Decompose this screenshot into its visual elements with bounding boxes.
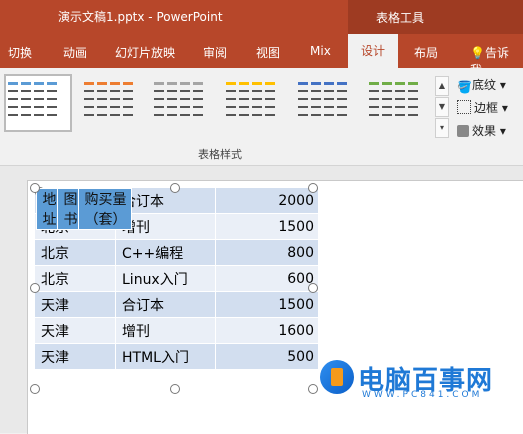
cell-address[interactable]: 天津 [34, 317, 116, 344]
table-style-darkblue[interactable] [296, 76, 352, 126]
style-preview-line [154, 82, 206, 85]
style-preview-line [84, 98, 136, 100]
style-preview-line [154, 114, 206, 116]
table-tools-context-bar [348, 0, 523, 34]
tab-transitions[interactable]: 切换 [8, 44, 32, 61]
style-preview-line [84, 90, 136, 92]
style-preview-line [84, 82, 136, 85]
gallery-scroll-down[interactable]: ▼ [435, 97, 449, 117]
style-preview-line [298, 82, 350, 85]
table-row: 天津 HTML入门 500 [34, 343, 319, 370]
cell-address[interactable]: 天津 [34, 291, 116, 318]
watermark-logo: 电脑百事网 WWW.PC841.COM [320, 360, 520, 410]
table-style-blue[interactable] [4, 74, 72, 132]
tab-review[interactable]: 审阅 [203, 44, 227, 61]
header-address[interactable]: 地址 [35, 188, 58, 230]
shading-icon: 🪣 [457, 80, 472, 94]
tab-animations[interactable]: 动画 [63, 44, 87, 61]
cell-book[interactable]: 合订本 [115, 291, 216, 318]
gallery-more[interactable]: ▾ [435, 118, 449, 138]
table-styles-group-label: 表格样式 [198, 148, 242, 161]
style-preview-line [369, 106, 421, 108]
style-preview-line [8, 90, 60, 92]
resize-handle-bottom-right[interactable] [308, 384, 318, 394]
effects-icon [457, 125, 469, 137]
style-preview-line [154, 90, 206, 92]
resize-handle-bottom-left[interactable] [30, 384, 40, 394]
style-preview-line [298, 114, 350, 116]
style-preview-line [8, 98, 60, 100]
table-row: 北京 C++编程 800 [34, 239, 319, 266]
style-preview-line [369, 82, 421, 85]
watermark-logo-icon [320, 360, 354, 394]
resize-handle-left[interactable] [30, 283, 40, 293]
tab-layout[interactable]: 布局 [414, 44, 438, 61]
style-preview-line [84, 106, 136, 108]
lightbulb-icon: 💡 [470, 46, 485, 60]
resize-handle-bottom[interactable] [170, 384, 180, 394]
tab-view[interactable]: 视图 [256, 44, 280, 61]
resize-handle-right[interactable] [308, 283, 318, 293]
cell-address[interactable]: 天津 [34, 343, 116, 370]
tab-design[interactable]: 设计 [348, 34, 399, 68]
style-preview-line [8, 114, 60, 116]
cell-quantity[interactable]: 2000 [215, 187, 319, 214]
effects-button[interactable]: 效果 ▾ [457, 122, 506, 139]
cell-quantity[interactable]: 800 [215, 239, 319, 266]
style-preview-line [8, 106, 60, 108]
resize-handle-top-right[interactable] [308, 183, 318, 193]
cell-quantity[interactable]: 1500 [215, 213, 319, 240]
shading-button[interactable]: 🪣底纹 ▾ [457, 76, 506, 94]
cell-quantity[interactable]: 600 [215, 265, 319, 292]
style-preview-line [226, 106, 278, 108]
window-title: 演示文稿1.pptx - PowerPoint [58, 10, 223, 24]
border-button[interactable]: 边框 ▾ [457, 99, 508, 116]
table-style-gold[interactable] [224, 76, 280, 126]
tab-slideshow[interactable]: 幻灯片放映 [115, 44, 175, 61]
resize-handle-top-left[interactable] [30, 183, 40, 193]
data-table[interactable]: 地址 图书 购买量（套） 北京 合订本 2000 北京 增刊 1500 北京 C… [34, 187, 319, 370]
table-row: 天津 合订本 1500 [34, 291, 319, 318]
cell-quantity[interactable]: 1600 [215, 317, 319, 344]
table-style-orange[interactable] [82, 76, 138, 126]
cell-address[interactable]: 北京 [34, 239, 116, 266]
style-preview-line [298, 98, 350, 100]
style-preview-line [226, 82, 278, 85]
cell-book[interactable]: 增刊 [115, 317, 216, 344]
tab-mix[interactable]: Mix [310, 44, 331, 58]
style-preview-line [369, 114, 421, 116]
cell-address[interactable]: 北京 [34, 265, 116, 292]
cell-book[interactable]: C++编程 [115, 239, 216, 266]
table-style-green[interactable] [367, 76, 423, 126]
border-icon [457, 100, 471, 114]
cell-book[interactable]: Linux入门 [115, 265, 216, 292]
resize-handle-top[interactable] [170, 183, 180, 193]
header-book[interactable]: 图书 [56, 188, 79, 230]
style-preview-line [154, 106, 206, 108]
table-tools-label: 表格工具 [376, 11, 425, 25]
style-preview-line [369, 90, 421, 92]
style-preview-line [298, 90, 350, 92]
cell-quantity[interactable]: 1500 [215, 291, 319, 318]
style-preview-line [84, 114, 136, 116]
cell-quantity[interactable]: 500 [215, 343, 319, 370]
style-preview-line [369, 98, 421, 100]
watermark-url: WWW.PC841.COM [362, 390, 483, 400]
table-style-gray[interactable] [152, 76, 208, 126]
style-preview-line [226, 98, 278, 100]
style-preview-line [226, 90, 278, 92]
style-preview-line [226, 114, 278, 116]
style-preview-line [8, 82, 60, 85]
cell-book[interactable]: HTML入门 [115, 343, 216, 370]
gallery-scroll-up[interactable]: ▲ [435, 76, 449, 96]
style-preview-line [154, 98, 206, 100]
header-quantity[interactable]: 购买量（套） [77, 188, 132, 230]
table-row: 北京 Linux入门 600 [34, 265, 319, 292]
style-preview-line [298, 106, 350, 108]
table-row: 天津 增刊 1600 [34, 317, 319, 344]
